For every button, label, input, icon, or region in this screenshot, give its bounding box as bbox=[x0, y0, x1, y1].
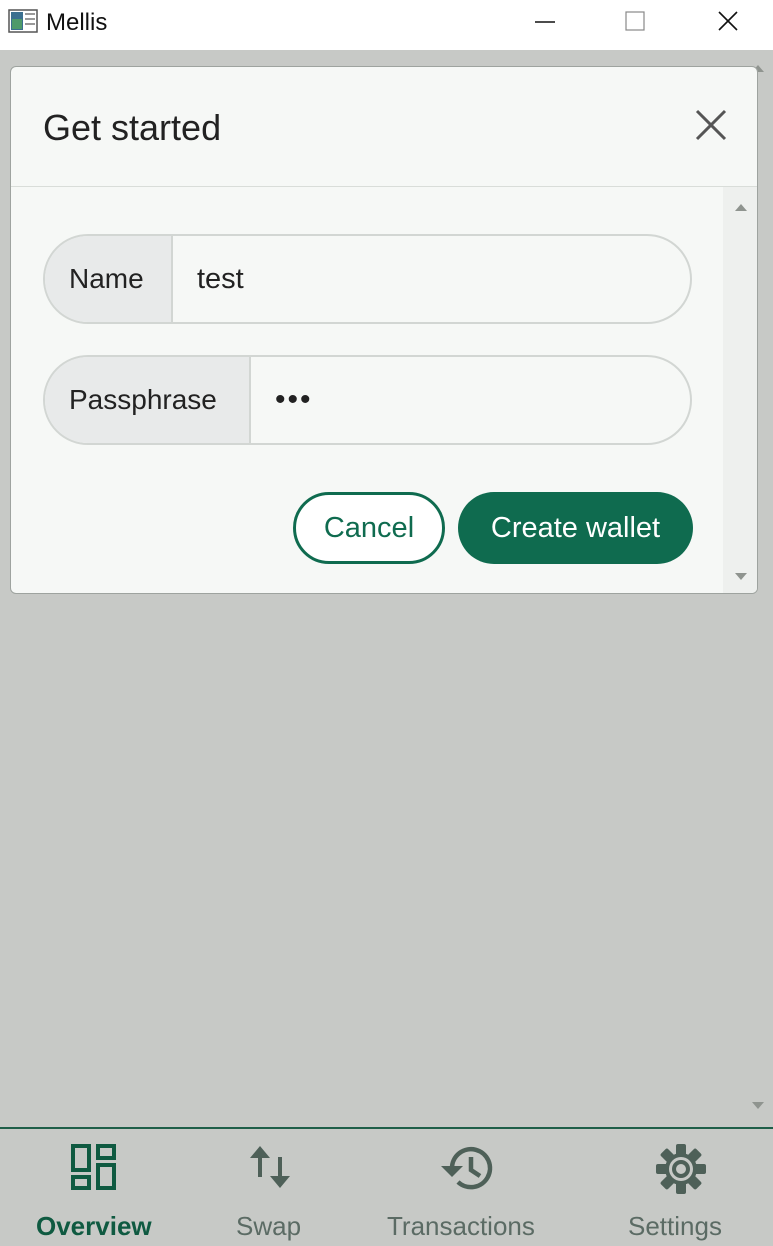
nav-label-transactions: Transactions bbox=[387, 1211, 535, 1241]
overview-icon bbox=[71, 1144, 116, 1190]
nav-label-settings: Settings bbox=[628, 1211, 722, 1241]
maximize-icon[interactable] bbox=[605, 0, 665, 44]
create-wallet-button[interactable]: Create wallet bbox=[458, 492, 693, 564]
window-close-icon[interactable] bbox=[698, 0, 758, 44]
dialog-header: Get started bbox=[11, 67, 757, 187]
name-label: Name bbox=[45, 236, 173, 322]
name-input[interactable] bbox=[173, 236, 690, 322]
nav-label-overview: Overview bbox=[36, 1211, 152, 1241]
minimize-icon[interactable] bbox=[515, 0, 575, 44]
dialog-scroll-up-icon[interactable] bbox=[733, 201, 749, 213]
passphrase-input[interactable] bbox=[251, 357, 690, 443]
dialog-title: Get started bbox=[43, 107, 222, 148]
nav-item-transactions[interactable]: Transactions bbox=[385, 1129, 550, 1246]
swap-icon bbox=[250, 1146, 290, 1188]
gear-icon bbox=[656, 1144, 706, 1194]
nav-item-swap[interactable]: Swap bbox=[230, 1129, 310, 1246]
window-titlebar: Mellis bbox=[0, 0, 773, 50]
name-field: Name bbox=[43, 234, 692, 324]
scroll-down-icon[interactable] bbox=[750, 1100, 766, 1112]
nav-item-settings[interactable]: Settings bbox=[625, 1129, 740, 1246]
close-icon[interactable] bbox=[691, 105, 731, 145]
nav-item-overview[interactable]: Overview bbox=[30, 1129, 160, 1246]
passphrase-label: Passphrase bbox=[45, 357, 251, 443]
nav-label-swap: Swap bbox=[236, 1211, 302, 1241]
history-icon bbox=[441, 1146, 493, 1190]
dialog-scroll-down-icon[interactable] bbox=[733, 571, 749, 583]
passphrase-field: Passphrase bbox=[43, 355, 692, 445]
dialog-scrollbar[interactable] bbox=[723, 187, 757, 593]
cancel-button[interactable]: Cancel bbox=[293, 492, 445, 564]
get-started-dialog: Get started Name Passphrase Cancel Creat… bbox=[10, 66, 758, 594]
app-icon bbox=[8, 9, 38, 33]
window-title: Mellis bbox=[46, 9, 108, 36]
bottom-nav: Overview Swap Transactions Settings bbox=[0, 1127, 773, 1246]
